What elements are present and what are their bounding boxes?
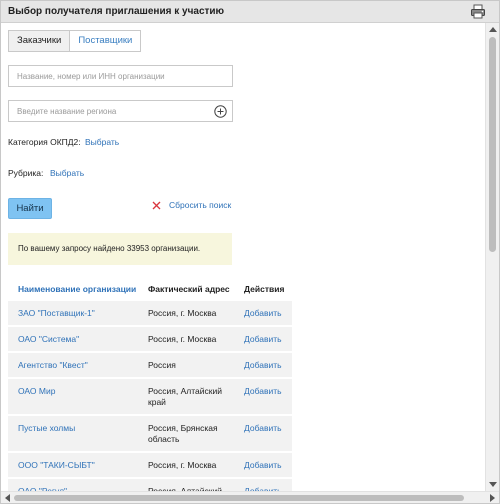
scroll-left-arrow-icon[interactable]	[5, 494, 10, 502]
org-search-field	[8, 65, 233, 87]
horizontal-scroll-thumb[interactable]	[14, 495, 464, 501]
region-field	[8, 100, 233, 122]
dialog-content: Заказчики Поставщики Категория ОКПД2: Вы…	[1, 23, 485, 493]
scroll-down-arrow-icon[interactable]	[489, 482, 497, 487]
table-row: ООО "ТАКИ-СЫБТ" Россия, г. Москва Добави…	[8, 453, 292, 477]
plus-circle-icon[interactable]	[214, 105, 227, 118]
org-address: Россия, Брянская область	[148, 416, 244, 451]
column-header-name[interactable]: Наименование организации	[8, 279, 148, 299]
add-button[interactable]: Добавить	[244, 327, 292, 351]
reset-search-label: Сбросить поиск	[169, 200, 232, 210]
add-button[interactable]: Добавить	[244, 379, 292, 414]
org-name-link[interactable]: ОАО "Система"	[8, 327, 148, 351]
table-row: ОАО Мир Россия, Алтайский край Добавить	[8, 379, 292, 414]
invitation-recipient-dialog: Выбор получателя приглашения к участию З…	[0, 0, 500, 504]
organizations-table: Наименование организации Фактический адр…	[8, 277, 292, 493]
rubric-label: Рубрика:	[8, 168, 44, 178]
result-notice: По вашему запросу найдено 33953 организа…	[8, 233, 232, 265]
org-name-link[interactable]: Агентство "Квест"	[8, 353, 148, 377]
find-button[interactable]: Найти	[8, 198, 52, 219]
column-header-actions: Действия	[244, 284, 285, 294]
org-name-link[interactable]: ОАО Мир	[8, 379, 148, 414]
add-button[interactable]: Добавить	[244, 301, 292, 325]
table-row: ЗАО "Поставщик-1" Россия, г. Москва Доба…	[8, 301, 292, 325]
horizontal-scrollbar[interactable]	[1, 491, 499, 503]
close-x-icon	[152, 201, 161, 209]
org-address: Россия	[148, 353, 244, 377]
table-header-row: Наименование организации Фактический адр…	[8, 279, 292, 299]
vertical-scrollbar[interactable]	[485, 23, 499, 491]
add-button[interactable]: Добавить	[244, 453, 292, 477]
table-row: Пустые холмы Россия, Брянская область До…	[8, 416, 292, 451]
add-button[interactable]: Добавить	[244, 353, 292, 377]
okpd-select-link[interactable]: Выбрать	[85, 137, 119, 147]
tab-suppliers[interactable]: Поставщики	[69, 30, 142, 52]
reset-search[interactable]: Сбросить поиск	[152, 200, 231, 210]
region-input[interactable]	[9, 101, 232, 121]
org-address: Россия, г. Москва	[148, 301, 244, 325]
column-header-address: Фактический адрес	[148, 284, 230, 294]
dialog-titlebar: Выбор получателя приглашения к участию	[1, 1, 499, 23]
org-name-link[interactable]: ЗАО "Поставщик-1"	[8, 301, 148, 325]
dialog-title: Выбор получателя приглашения к участию	[8, 6, 225, 17]
scroll-right-arrow-icon[interactable]	[490, 494, 495, 502]
org-type-tabs: Заказчики Поставщики	[8, 30, 142, 52]
table-row: ОАО "Система" Россия, г. Москва Добавить	[8, 327, 292, 351]
tab-customers[interactable]: Заказчики	[8, 30, 70, 52]
org-address: Россия, Алтайский край	[148, 379, 244, 414]
org-search-input[interactable]	[9, 66, 232, 86]
vertical-scroll-thumb[interactable]	[489, 37, 496, 252]
rubric-select-link[interactable]: Выбрать	[50, 168, 84, 178]
add-button[interactable]: Добавить	[244, 416, 292, 451]
org-name-link[interactable]: Пустые холмы	[8, 416, 148, 451]
org-name-link[interactable]: ООО "ТАКИ-СЫБТ"	[8, 453, 148, 477]
table-row: Агентство "Квест" Россия Добавить	[8, 353, 292, 377]
org-address: Россия, г. Москва	[148, 453, 244, 477]
scroll-up-arrow-icon[interactable]	[489, 27, 497, 32]
org-address: Россия, г. Москва	[148, 327, 244, 351]
printer-icon[interactable]	[470, 4, 486, 19]
okpd-label: Категория ОКПД2:	[8, 137, 81, 147]
